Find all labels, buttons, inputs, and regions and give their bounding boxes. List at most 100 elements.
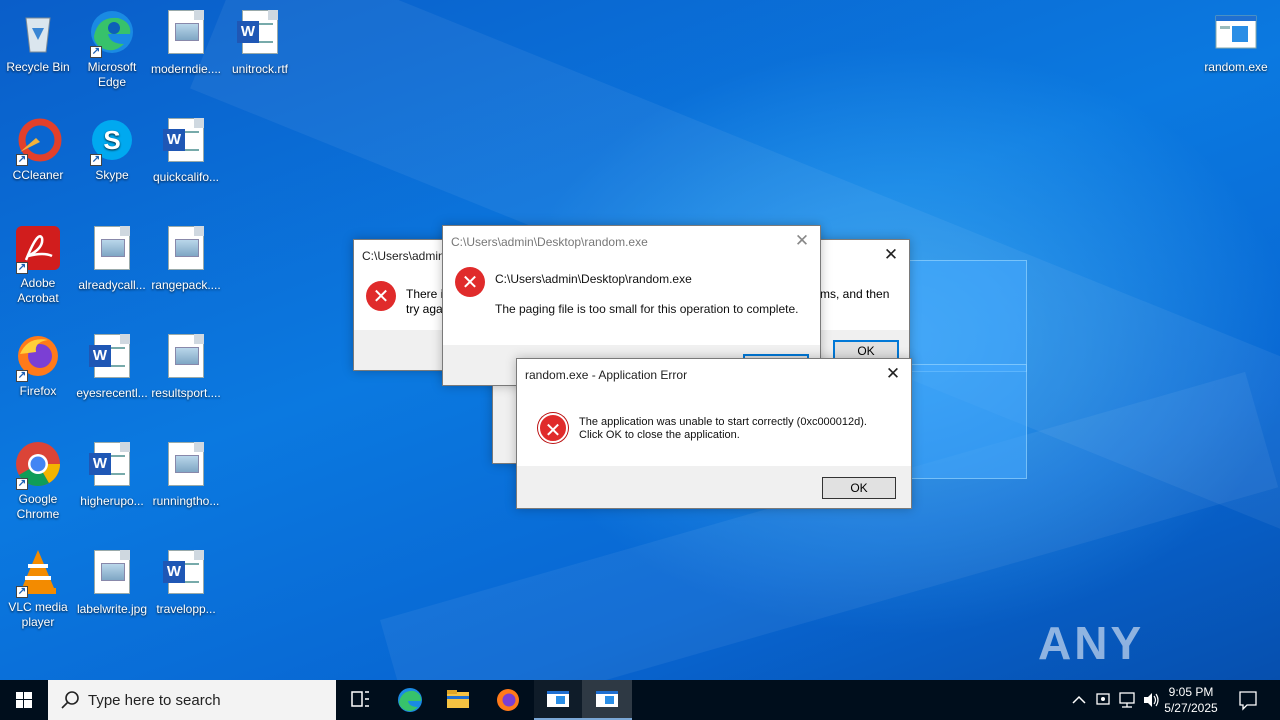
desktop-icon-image-file[interactable]: resultsport.... <box>148 332 224 401</box>
close-button[interactable]: ✕ <box>883 364 903 384</box>
clock-time: 9:05 PM <box>1168 685 1214 699</box>
icon-label: Adobe Acrobat <box>17 276 59 305</box>
dialog-message: ms, and then <box>820 287 890 301</box>
desktop-icon-image-file[interactable]: moderndie.... <box>148 8 224 77</box>
volume-button[interactable] <box>1140 680 1162 720</box>
icon-label: runningtho... <box>152 494 220 508</box>
desktop-icon-word-doc[interactable]: W higherupo... <box>74 440 150 509</box>
icon-label: VLC media player <box>8 600 68 629</box>
image-file-icon <box>88 226 136 274</box>
edge-icon <box>398 688 422 712</box>
network-button[interactable] <box>1116 680 1138 720</box>
image-file-icon <box>162 10 210 58</box>
action-center-button[interactable] <box>1232 680 1264 720</box>
svg-text:S: S <box>103 125 120 155</box>
recycle-bin-icon <box>14 8 62 56</box>
dialog-message: The paging file is too small for this op… <box>495 302 799 316</box>
error-icon: ✕ <box>455 267 485 297</box>
dialog-title: C:\Users\admin\Desktop\random.exe <box>451 235 648 249</box>
task-view-button[interactable] <box>338 680 382 720</box>
desktop-icon-ccleaner[interactable]: ↗ CCleaner <box>0 116 76 183</box>
word-doc-icon: W <box>162 118 210 166</box>
word-doc-icon: W <box>88 334 136 382</box>
close-button[interactable]: ✕ <box>792 231 812 251</box>
desktop-icon-image-file[interactable]: runningtho... <box>148 440 224 509</box>
dialog-message: There i <box>406 287 444 301</box>
app-window-active-icon <box>596 691 618 707</box>
image-file-icon <box>162 442 210 490</box>
taskbar-firefox[interactable] <box>486 680 530 720</box>
desktop-icon-skype[interactable]: S ↗ Skype <box>74 116 150 183</box>
dialog-title: C:\Users\admin <box>362 249 445 263</box>
desktop-icon-google-chrome[interactable]: ↗ Google Chrome <box>0 440 76 522</box>
taskbar-search-box[interactable]: Type here to search <box>48 680 336 720</box>
search-placeholder: Type here to search <box>88 692 221 709</box>
desktop-icon-firefox[interactable]: ↗ Firefox <box>0 332 76 399</box>
desktop-icon-word-doc[interactable]: W quickcalifo... <box>148 116 224 185</box>
firefox-icon: ↗ <box>14 332 62 382</box>
network-icon <box>1119 692 1135 708</box>
dialog-heading: C:\Users\admin\Desktop\random.exe <box>495 272 692 286</box>
desktop-icon-vlc[interactable]: ↗ VLC media player <box>0 548 76 630</box>
icon-label: resultsport.... <box>151 386 221 400</box>
anyrun-watermark: ANY RUN <box>1038 608 1234 680</box>
chevron-up-icon <box>1072 695 1086 704</box>
firefox-icon <box>497 689 519 711</box>
icon-label: Recycle Bin <box>6 60 70 74</box>
taskbar-app-window[interactable] <box>534 680 582 720</box>
image-file-icon <box>88 550 136 598</box>
watermark-text: ANY RUN <box>1038 617 1144 680</box>
taskbar-edge[interactable] <box>388 680 432 720</box>
icon-label: higherupo... <box>80 494 144 508</box>
desktop-icon-word-doc[interactable]: W travelopp... <box>148 548 224 617</box>
show-hidden-icons-button[interactable] <box>1068 680 1090 720</box>
icon-label: labelwrite.jpg <box>76 602 148 616</box>
icon-label: Microsoft Edge <box>87 60 137 89</box>
icon-label: moderndie.... <box>150 62 222 76</box>
icon-label: Firefox <box>19 384 57 398</box>
acrobat-icon: ↗ <box>14 224 62 274</box>
task-view-icon <box>351 691 369 707</box>
icon-label: unitrock.rtf <box>231 62 288 76</box>
dialog-message: The application was unable to start corr… <box>579 416 867 428</box>
icon-label: alreadycall... <box>78 278 146 292</box>
icon-label: travelopp... <box>156 602 216 616</box>
desktop-icon-random-exe[interactable]: random.exe <box>1198 8 1274 75</box>
taskbar-app-window-active[interactable] <box>582 680 632 720</box>
icon-label: rangepack.... <box>151 278 221 292</box>
skype-icon: S ↗ <box>88 116 136 166</box>
app-window-icon <box>547 691 569 707</box>
ccleaner-icon: ↗ <box>14 116 62 166</box>
vlc-icon: ↗ <box>14 548 62 598</box>
shortcut-arrow-icon: ↗ <box>16 370 28 382</box>
exe-icon <box>1212 8 1260 56</box>
clock[interactable]: 9:05 PM 5/27/2025 <box>1160 684 1222 716</box>
desktop-icon-word-doc[interactable]: W eyesrecentl... <box>74 332 150 401</box>
desktop-icon-image-file[interactable]: labelwrite.jpg <box>74 548 150 617</box>
desktop: Recycle Bin ↗ CCleaner ↗ Adobe Acrobat ↗… <box>0 0 1280 680</box>
ok-button[interactable]: OK <box>822 477 896 499</box>
windows-start-icon <box>16 692 32 708</box>
icon-label: Skype <box>95 168 129 182</box>
taskbar-file-explorer[interactable] <box>436 680 480 720</box>
volume-icon <box>1144 693 1159 707</box>
word-doc-icon: W <box>236 10 284 58</box>
windows-logo-wallpaper <box>905 240 1030 480</box>
desktop-icon-microsoft-edge[interactable]: ↗ Microsoft Edge <box>74 8 150 90</box>
desktop-icon-image-file[interactable]: alreadycall... <box>74 224 150 293</box>
desktop-icon-recycle-bin[interactable]: Recycle Bin <box>0 8 76 75</box>
tray-device-button[interactable] <box>1092 680 1114 720</box>
close-button[interactable]: ✕ <box>881 245 901 265</box>
icon-label: Google Chrome <box>16 492 60 521</box>
icon-label: eyesrecentl... <box>76 386 148 400</box>
icon-label: CCleaner <box>12 168 64 182</box>
shortcut-arrow-icon: ↗ <box>16 262 28 274</box>
desktop-icon-image-file[interactable]: rangepack.... <box>148 224 224 293</box>
desktop-icon-word-doc[interactable]: W unitrock.rtf <box>222 8 298 77</box>
word-doc-icon: W <box>162 550 210 598</box>
desktop-icon-adobe-acrobat[interactable]: ↗ Adobe Acrobat <box>0 224 76 306</box>
shortcut-arrow-icon: ↗ <box>16 586 28 598</box>
image-file-icon <box>162 334 210 382</box>
application-error-dialog[interactable]: random.exe - Application Error ✕ ✕ The a… <box>516 358 912 509</box>
start-button[interactable] <box>0 680 48 720</box>
